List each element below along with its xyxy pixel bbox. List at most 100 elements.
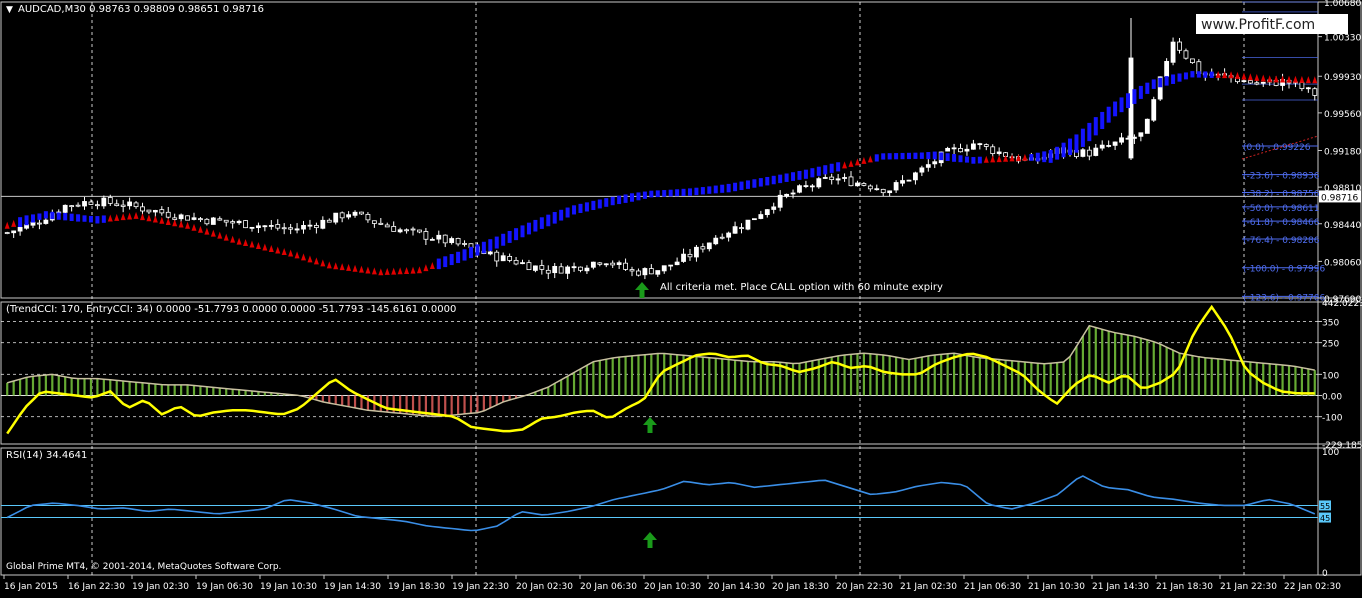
- candle[interactable]: [339, 212, 345, 219]
- candle[interactable]: [719, 236, 725, 239]
- candle[interactable]: [848, 176, 854, 187]
- candle[interactable]: [301, 224, 306, 230]
- candle[interactable]: [1177, 41, 1182, 51]
- candle[interactable]: [771, 206, 777, 210]
- candle[interactable]: [520, 262, 525, 265]
- candle[interactable]: [668, 264, 674, 267]
- candle[interactable]: [172, 217, 178, 220]
- candle[interactable]: [629, 269, 635, 272]
- candle[interactable]: [1312, 88, 1318, 96]
- candle[interactable]: [1106, 145, 1112, 147]
- candle[interactable]: [268, 225, 274, 227]
- candle[interactable]: [262, 225, 268, 228]
- candle[interactable]: [462, 243, 467, 245]
- candle[interactable]: [140, 206, 145, 212]
- candle[interactable]: [532, 265, 538, 271]
- candle[interactable]: [623, 262, 628, 270]
- candle[interactable]: [94, 204, 100, 207]
- candle[interactable]: [210, 217, 216, 225]
- candle[interactable]: [616, 262, 622, 265]
- candle[interactable]: [378, 222, 384, 225]
- candle[interactable]: [906, 179, 912, 182]
- candle[interactable]: [745, 219, 751, 230]
- candle[interactable]: [861, 183, 867, 186]
- candle[interactable]: [893, 182, 899, 191]
- candle[interactable]: [191, 217, 197, 220]
- rsi-panel[interactable]: [1, 475, 1318, 532]
- candle[interactable]: [198, 218, 203, 221]
- candle[interactable]: [790, 192, 796, 195]
- candle[interactable]: [655, 270, 661, 275]
- candle[interactable]: [732, 226, 738, 234]
- candle[interactable]: [887, 190, 893, 194]
- candle[interactable]: [990, 146, 996, 154]
- candle[interactable]: [204, 218, 210, 225]
- candle[interactable]: [165, 211, 171, 218]
- candle[interactable]: [919, 167, 925, 173]
- candle[interactable]: [578, 266, 583, 271]
- candle[interactable]: [17, 226, 23, 232]
- candle[interactable]: [809, 185, 815, 188]
- candle[interactable]: [120, 204, 126, 207]
- candle[interactable]: [1305, 87, 1311, 90]
- candle[interactable]: [436, 234, 442, 240]
- candle[interactable]: [307, 224, 313, 227]
- candle[interactable]: [1254, 82, 1260, 85]
- candle[interactable]: [114, 203, 120, 207]
- candle[interactable]: [925, 164, 931, 168]
- candle[interactable]: [500, 255, 506, 262]
- cci-panel[interactable]: [1, 304, 1318, 435]
- candle[interactable]: [1183, 50, 1189, 59]
- candle[interactable]: [1099, 144, 1105, 149]
- candle[interactable]: [371, 220, 377, 224]
- candle[interactable]: [442, 234, 448, 244]
- candle[interactable]: [69, 205, 75, 208]
- candle[interactable]: [423, 231, 429, 240]
- candle[interactable]: [1260, 81, 1266, 84]
- candle[interactable]: [75, 204, 81, 207]
- candle[interactable]: [822, 177, 828, 179]
- candle[interactable]: [159, 209, 165, 214]
- candle[interactable]: [706, 242, 712, 250]
- candle[interactable]: [661, 265, 667, 272]
- candle[interactable]: [217, 218, 223, 221]
- candle[interactable]: [365, 214, 371, 221]
- candle[interactable]: [1138, 132, 1144, 137]
- candle[interactable]: [185, 215, 190, 221]
- candle[interactable]: [455, 237, 461, 245]
- candle[interactable]: [1144, 118, 1150, 134]
- candle[interactable]: [687, 253, 693, 258]
- candle[interactable]: [996, 151, 1002, 154]
- candle[interactable]: [326, 219, 332, 223]
- candle[interactable]: [764, 209, 770, 215]
- candle[interactable]: [494, 251, 500, 262]
- candle[interactable]: [101, 197, 107, 207]
- candle[interactable]: [558, 266, 564, 274]
- candle[interactable]: [816, 178, 822, 188]
- candle[interactable]: [223, 219, 229, 223]
- candle[interactable]: [964, 148, 970, 152]
- candle[interactable]: [1189, 58, 1195, 64]
- candle[interactable]: [487, 251, 493, 255]
- candle[interactable]: [4, 232, 10, 234]
- candle[interactable]: [642, 268, 648, 276]
- candle[interactable]: [359, 211, 364, 215]
- candle[interactable]: [1170, 41, 1176, 63]
- candle[interactable]: [127, 201, 133, 207]
- candle[interactable]: [88, 201, 94, 205]
- candle[interactable]: [855, 182, 860, 187]
- candle[interactable]: [842, 177, 847, 179]
- candle[interactable]: [146, 209, 152, 213]
- candle[interactable]: [417, 229, 422, 233]
- candle[interactable]: [977, 143, 983, 146]
- candle[interactable]: [11, 230, 17, 234]
- candle[interactable]: [281, 227, 287, 230]
- candle[interactable]: [610, 262, 616, 266]
- candle[interactable]: [958, 148, 963, 153]
- candle[interactable]: [320, 219, 326, 229]
- candle[interactable]: [133, 202, 139, 208]
- candle[interactable]: [694, 246, 699, 258]
- candle[interactable]: [243, 220, 248, 229]
- candle[interactable]: [429, 238, 435, 241]
- candle[interactable]: [1080, 149, 1086, 157]
